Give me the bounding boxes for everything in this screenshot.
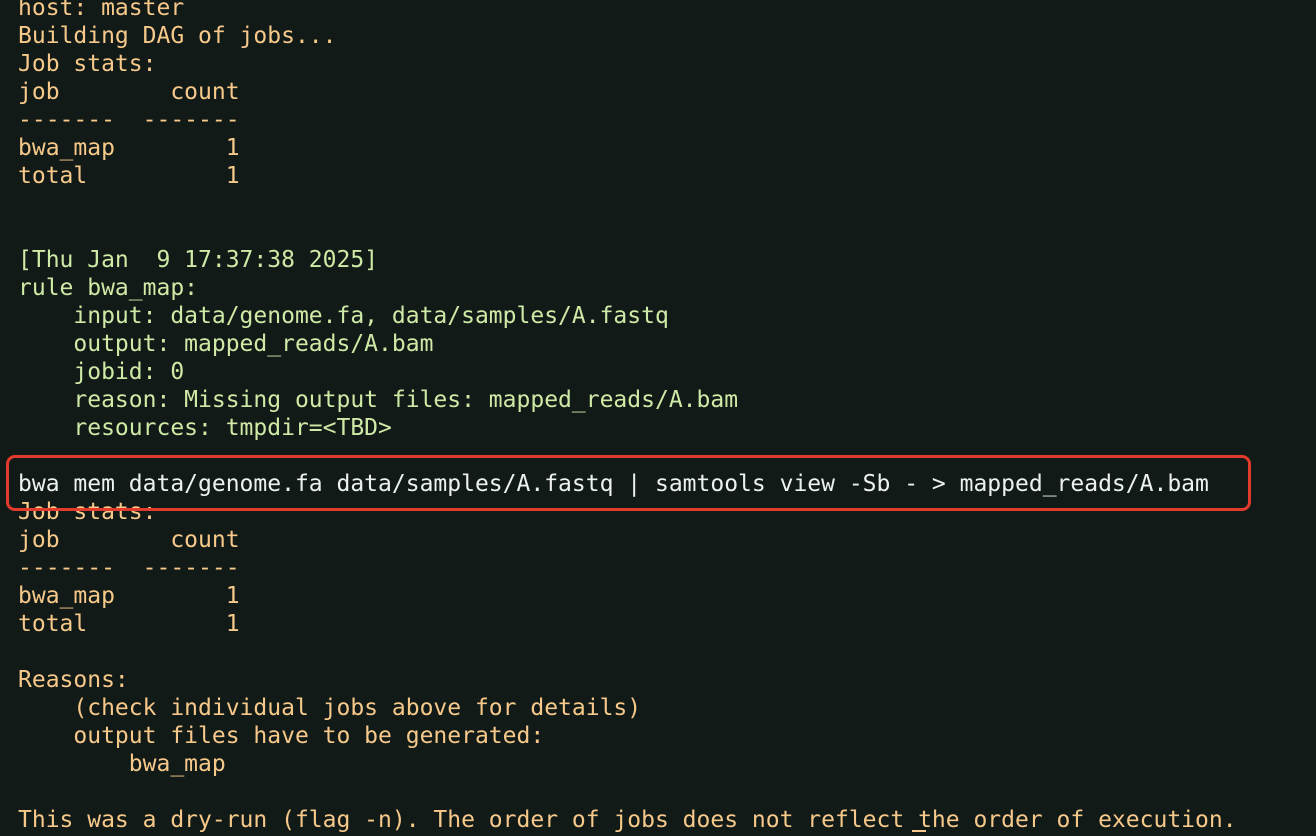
reasons-line: (check individual jobs above for details… (18, 695, 642, 721)
reasons-title: Reasons: (18, 667, 129, 693)
rule-resources-line: resources: tmpdir=<TBD> (18, 415, 392, 441)
dry-run-note: This was a dry-run (flag -n). The order … (18, 807, 1237, 833)
job-stats-title: Job stats: (18, 51, 157, 77)
building-dag-line: Building DAG of jobs... (18, 23, 337, 49)
job-stats-separator: ------- ------- (18, 107, 240, 133)
job-stats-separator: ------- ------- (18, 555, 240, 581)
shell-command-line: bwa mem data/genome.fa data/samples/A.fa… (18, 471, 1209, 497)
rule-output-line: output: mapped_reads/A.bam (18, 331, 434, 357)
job-stats-header: job count (18, 79, 240, 105)
rule-line: rule bwa_map: (18, 275, 199, 301)
job-stats-row: bwa_map 1 (18, 135, 240, 161)
job-stats-title: Job stats: (18, 499, 157, 525)
terminal-output: host: master Building DAG of jobs... Job… (18, 0, 1237, 834)
timestamp-line: [Thu Jan 9 17:37:38 2025] (18, 247, 379, 273)
rule-jobid-line: jobid: 0 (18, 359, 185, 385)
host-line: host: master (18, 0, 185, 21)
rule-input-line: input: data/genome.fa, data/samples/A.fa… (18, 303, 669, 329)
terminal-window[interactable]: host: master Building DAG of jobs... Job… (0, 0, 1316, 836)
job-stats-row: total 1 (18, 163, 240, 189)
job-stats-row: bwa_map 1 (18, 583, 240, 609)
text-cursor (912, 830, 926, 832)
reasons-line: bwa_map (18, 751, 226, 777)
job-stats-header: job count (18, 527, 240, 553)
rule-reason-line: reason: Missing output files: mapped_rea… (18, 387, 739, 413)
job-stats-row: total 1 (18, 611, 240, 637)
reasons-line: output files have to be generated: (18, 723, 545, 749)
